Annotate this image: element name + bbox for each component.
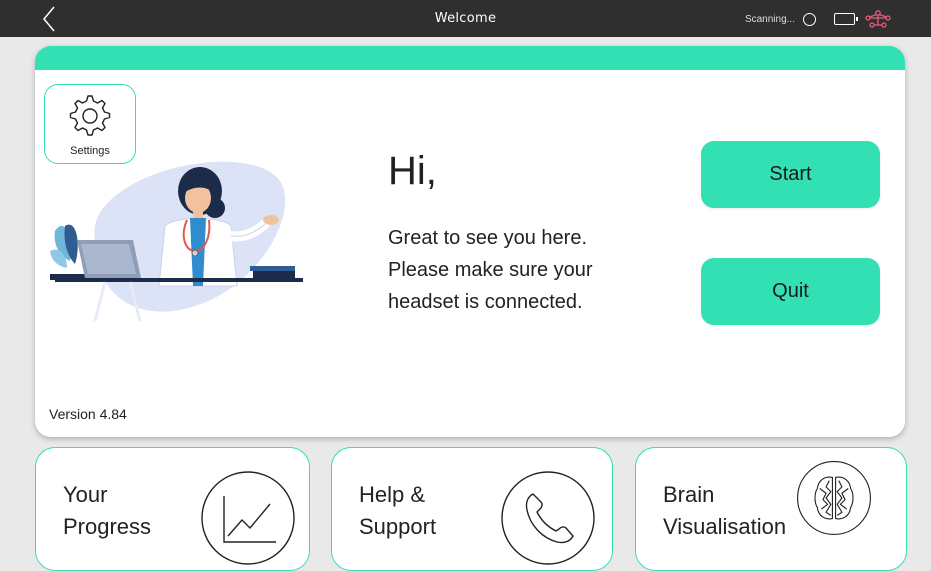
status-area: Scanning...	[745, 9, 893, 29]
battery-icon	[834, 13, 858, 25]
scan-status-text: Scanning...	[744, 13, 795, 25]
welcome-message: Great to see you here. Please make sure …	[388, 222, 648, 318]
doctor-illustration	[50, 161, 303, 322]
your-progress-tile[interactable]: Your Progress	[35, 447, 310, 571]
phone-icon	[501, 471, 595, 565]
tile-label-line: Progress	[63, 514, 152, 539]
tile-label: Help & Support	[359, 479, 436, 543]
welcome-message-line: Great to see you here.	[388, 227, 588, 249]
scan-circle-icon	[803, 12, 816, 26]
gear-icon	[69, 95, 111, 136]
brain-icon	[797, 461, 871, 535]
brain-visualisation-tile[interactable]: Brain Visualisation	[635, 447, 907, 571]
settings-button[interactable]: Settings	[44, 84, 136, 164]
start-button[interactable]: Start	[701, 141, 880, 208]
progress-chart-icon	[201, 471, 295, 565]
quit-button[interactable]: Quit	[701, 258, 880, 325]
card-header-stripe	[35, 46, 905, 70]
welcome-message-line: Please make sure your	[388, 259, 593, 281]
headset-network-icon[interactable]	[863, 9, 893, 29]
tile-label-line: Brain	[663, 482, 715, 507]
tile-label: Brain Visualisation	[663, 479, 786, 543]
welcome-card: Settings Hi, Great to see you here. Plea…	[35, 46, 905, 437]
tile-label-line: Help &	[359, 482, 426, 507]
welcome-message-line: headset is connected.	[388, 291, 583, 313]
tile-label: Your Progress	[63, 479, 151, 543]
top-bar: Welcome Scanning...	[0, 0, 931, 37]
version-label: Version 4.84	[49, 406, 127, 422]
tile-label-line: Visualisation	[663, 514, 787, 539]
tile-label-line: Support	[359, 514, 437, 539]
greeting-heading: Hi,	[388, 149, 437, 193]
help-support-tile[interactable]: Help & Support	[331, 447, 613, 571]
tile-label-line: Your	[63, 482, 108, 507]
